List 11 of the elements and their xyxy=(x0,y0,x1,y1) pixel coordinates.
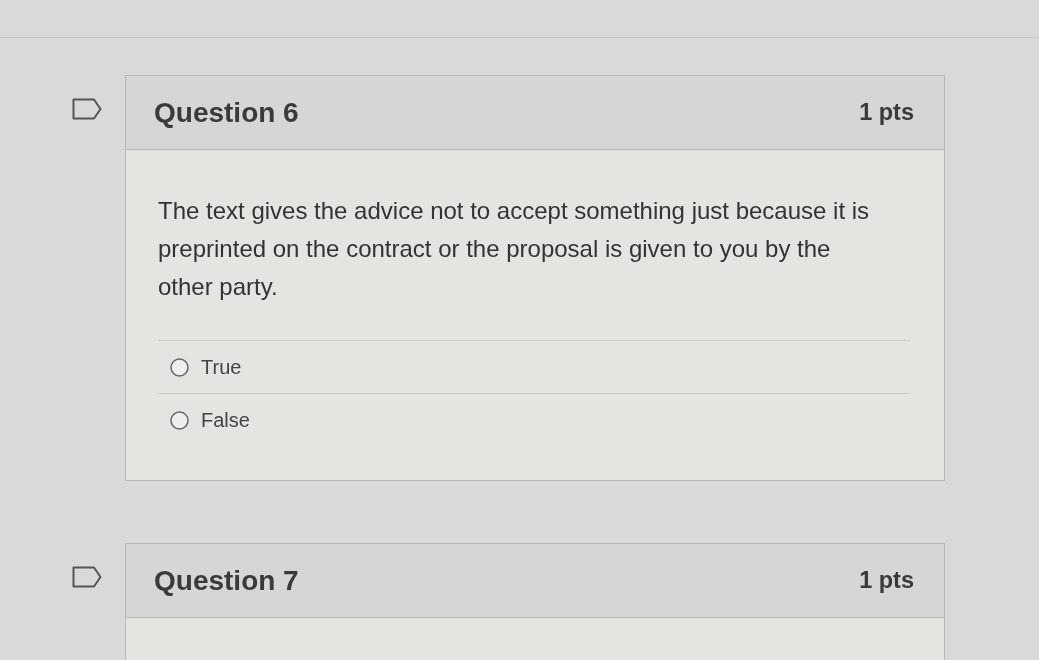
flag-icon[interactable] xyxy=(72,98,102,120)
answer-label[interactable]: False xyxy=(201,408,250,432)
answer-label[interactable]: True xyxy=(201,355,242,379)
radio-button[interactable] xyxy=(170,410,189,430)
question-points: 1 pts xyxy=(859,99,914,126)
flag-icon[interactable] xyxy=(72,566,102,588)
question-text: The text gives the advice not to accept something just because it is preprinted on the contract or the proposal is given to you by the other party. xyxy=(158,196,871,302)
radio-button[interactable] xyxy=(170,357,189,377)
question-title: Question 7 xyxy=(154,564,299,597)
question-title: Question 6 xyxy=(154,96,299,129)
question-points: 1 pts xyxy=(859,567,914,594)
